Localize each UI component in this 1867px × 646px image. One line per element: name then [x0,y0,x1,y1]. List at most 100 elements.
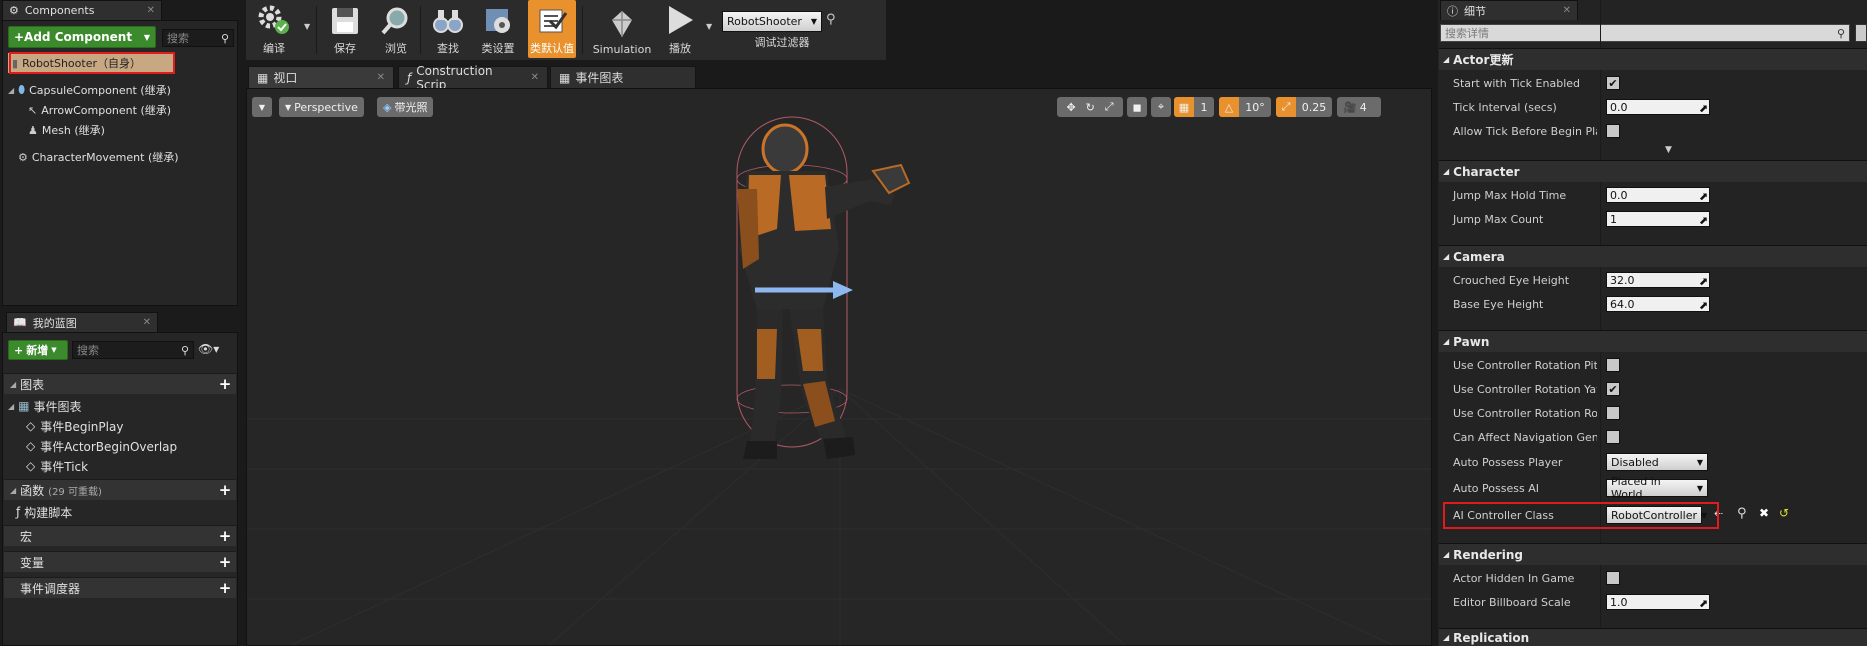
tab-event-graph[interactable]: ▦ 事件图表 [550,66,696,88]
billboard-scale-field[interactable]: 1.0 ⬈ [1606,594,1710,610]
construction-script-item[interactable]: ƒ 构建脚本 [16,502,72,522]
add-variable-button[interactable]: + [218,553,232,571]
close-icon[interactable]: ✕ [143,317,151,328]
coord-space-button[interactable]: ◼ [1127,97,1147,117]
blueprint-search-input[interactable]: 搜索 ⚲ [72,341,194,359]
auto-possess-player-select[interactable]: Disabled ▼ [1606,453,1708,471]
close-icon[interactable]: ✕ [147,5,155,16]
reset-default-icon[interactable]: ↺ [1779,506,1789,520]
show-advanced-icon[interactable]: ▼ [1665,145,1672,155]
graphs-section[interactable]: ◢ 图表 + [4,373,236,394]
my-blueprint-tab[interactable]: 📖 我的蓝图 ✕ [6,312,158,332]
play-button[interactable]: 播放 [660,0,700,58]
rotate-icon[interactable]: ↻ [1086,101,1095,114]
select-value: Disabled [1611,455,1659,469]
chevron-down-icon[interactable]: ▼ [706,22,712,31]
save-icon [332,8,358,34]
viewport-menu-button[interactable]: ▼ [252,97,272,117]
grid-snap-control[interactable]: ▦ 1 [1174,97,1214,117]
close-icon[interactable]: ✕ [531,72,539,83]
lit-mode-button[interactable]: ◈ 带光照 [377,97,434,117]
surface-snap-button[interactable]: ⌖ [1151,97,1171,117]
spin-icon: ⬈ [1699,299,1709,312]
event-item[interactable]: ◇ 事件BeginPlay [0,416,123,436]
event-item[interactable]: ◇ 事件ActorBeginOverlap [0,436,177,456]
variables-section[interactable]: 变量 + [4,551,236,572]
add-function-button[interactable]: + [218,481,232,499]
field-value: 0.0 [1610,188,1628,202]
compile-button[interactable]: 编译 [252,0,296,58]
use-rotation-yaw-checkbox[interactable]: ✔ [1606,382,1620,396]
components-tab[interactable]: ⚙ Components ✕ [2,0,162,20]
construction-script-label: 构建脚本 [24,505,73,520]
actor-hidden-checkbox[interactable] [1606,571,1620,585]
move-icon[interactable]: ✥ [1066,101,1075,114]
add-component-button[interactable]: +Add Component ▼ [8,26,156,48]
components-search-input[interactable]: 搜索 ⚲ [162,29,234,47]
view-options-button[interactable] [1855,24,1867,42]
section-pawn[interactable]: ◢ Pawn [1439,330,1867,352]
details-tab[interactable]: ⓘ 细节 ✕ [1440,0,1578,20]
use-rotation-pitch-checkbox[interactable] [1606,358,1620,372]
macros-section[interactable]: 宏 + [4,525,236,546]
section-actor-tick[interactable]: ◢ Actor更新 [1439,48,1867,70]
class-settings-button[interactable]: 类设置 [476,0,520,58]
viewport[interactable]: ▼ ▼ Perspective ◈ 带光照 ✥ ↻ ⤢ ◼ ⌖ ▦ 1 △ 10… [246,88,1432,646]
component-movement[interactable]: ⚙ CharacterMovement (继承) [18,147,179,167]
debug-object-select[interactable]: RobotShooter ▼ [722,11,822,32]
component-mesh[interactable]: ♟ Mesh (继承) [28,120,105,140]
simulation-button[interactable]: Simulation [590,0,654,58]
browse-icon[interactable]: ⚲ [1737,506,1747,521]
eye-icon[interactable]: 👁▾ [198,342,219,356]
start-with-tick-checkbox[interactable]: ✔ [1606,76,1620,90]
search-icon[interactable]: ⚲ [826,12,836,27]
expand-icon[interactable]: ◢ [8,86,14,95]
tab-construction-script[interactable]: ƒ Construction Scrip ✕ [398,64,548,92]
section-camera[interactable]: ◢ Camera [1439,245,1867,267]
crouched-eye-height-field[interactable]: 32.0 ⬈ [1606,272,1710,288]
event-item[interactable]: ◇ 事件Tick [0,456,88,476]
section-rendering[interactable]: ◢ Rendering [1439,543,1867,565]
can-affect-navigation-checkbox[interactable] [1606,430,1620,444]
add-graph-button[interactable]: + [218,375,232,393]
base-eye-height-field[interactable]: 64.0 ⬈ [1606,296,1710,312]
scale-icon[interactable]: ⤢ [1105,100,1114,114]
close-icon[interactable]: ✕ [1563,5,1571,16]
details-search-input[interactable]: 搜索详情 ⚲ [1440,24,1850,42]
rotation-snap-control[interactable]: △ 10° [1219,97,1271,117]
dispatchers-section[interactable]: 事件调度器 + [4,577,236,598]
close-icon[interactable]: ✕ [377,72,385,83]
perspective-button[interactable]: ▼ Perspective [279,97,364,117]
jump-max-hold-field[interactable]: 0.0 ⬈ [1606,187,1710,203]
chevron-down-icon: ▼ [1696,483,1703,493]
chevron-down-icon[interactable]: ▼ [304,22,310,31]
auto-possess-ai-select[interactable]: Placed in World ▼ [1606,475,1708,501]
allow-tick-before-play-checkbox[interactable] [1606,124,1620,138]
tick-interval-field[interactable]: 0.0 ⬈ [1606,99,1710,115]
class-defaults-button[interactable]: 类默认值 [528,0,576,58]
jump-max-count-field[interactable]: 1 ⬈ [1606,211,1710,227]
component-capsule[interactable]: ◢ ⬮ CapsuleComponent (继承) [8,80,171,100]
event-graph-item[interactable]: ◢ ▦ 事件图表 [8,396,82,416]
scale-snap-control[interactable]: ⤢ 0.25 [1276,97,1332,117]
new-button[interactable]: + 新增 ▼ [8,340,68,360]
search-icon: ⚲ [1836,26,1845,40]
prop-label: Use Controller Rotation Roll [1453,406,1597,420]
find-button[interactable]: 查找 [428,0,468,58]
section-replication[interactable]: ◢ Replication [1439,628,1867,646]
scale-snap-icon: ⤢ [1276,97,1296,117]
section-character[interactable]: ◢ Character [1439,160,1867,182]
tab-viewport[interactable]: ▦ 视口 ✕ [248,66,394,88]
component-arrow[interactable]: ↖ ArrowComponent (继承) [28,100,171,120]
functions-section[interactable]: ◢ 函数 (29 可重载) + [4,479,236,500]
prop-label: Base Eye Height [1453,297,1544,311]
use-rotation-roll-checkbox[interactable] [1606,406,1620,420]
add-dispatcher-button[interactable]: + [218,579,232,597]
browse-button[interactable]: 浏览 [376,0,416,58]
camera-speed-control[interactable]: 🎥 4 [1337,97,1381,117]
transform-tools[interactable]: ✥ ↻ ⤢ [1057,97,1123,117]
save-button[interactable]: 保存 [326,0,364,58]
clear-icon[interactable]: ✖ [1759,506,1769,520]
add-macro-button[interactable]: + [218,527,232,545]
event-label: 事件BeginPlay [40,419,124,434]
